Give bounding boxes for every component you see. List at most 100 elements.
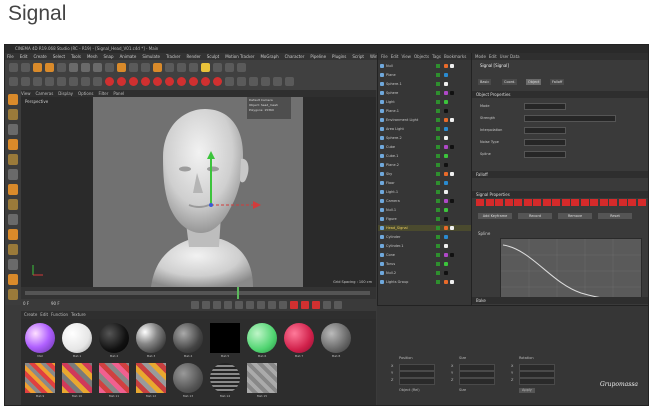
tool-icon[interactable] xyxy=(21,77,30,86)
left-tool-icon[interactable] xyxy=(8,169,18,180)
material-menu-item[interactable]: Texture xyxy=(71,312,86,317)
object-row[interactable]: Sphere.2 xyxy=(378,135,472,141)
object-tag-icon[interactable] xyxy=(444,208,448,212)
signal-keyframe-cell[interactable] xyxy=(599,199,608,206)
toolbar-button[interactable] xyxy=(153,63,162,72)
record-button[interactable] xyxy=(290,301,298,309)
material-swatch[interactable] xyxy=(210,323,240,353)
tool-icon[interactable] xyxy=(273,77,282,86)
viewport-menu-item[interactable]: View xyxy=(21,91,31,96)
object-menu-item[interactable]: Bookmarks xyxy=(444,54,466,59)
object-row[interactable]: Torus xyxy=(378,261,472,267)
object-tag-icon[interactable] xyxy=(450,253,454,257)
visibility-check[interactable] xyxy=(436,73,440,77)
menu-item[interactable]: Snap xyxy=(103,54,113,59)
object-tag-icon[interactable] xyxy=(450,145,454,149)
visibility-check[interactable] xyxy=(436,181,440,185)
object-tag-icon[interactable] xyxy=(444,217,448,221)
tool-icon[interactable] xyxy=(105,77,114,86)
toolbar-button[interactable] xyxy=(237,63,246,72)
material-swatch[interactable] xyxy=(210,363,240,393)
object-tag-icon[interactable] xyxy=(444,280,448,284)
tool-icon[interactable] xyxy=(249,77,258,86)
left-tool-icon[interactable] xyxy=(8,289,18,300)
object-tag-icon[interactable] xyxy=(444,154,448,158)
tool-icon[interactable] xyxy=(93,77,102,86)
object-tag-icon[interactable] xyxy=(444,181,448,185)
signal-keyframe-cell[interactable] xyxy=(552,199,560,206)
object-row[interactable]: Light xyxy=(378,99,472,105)
visibility-check[interactable] xyxy=(436,208,440,212)
object-row[interactable]: Cube xyxy=(378,144,472,150)
attribute-field-input[interactable] xyxy=(524,103,566,110)
coord-field[interactable] xyxy=(399,364,435,371)
menu-item[interactable]: Pipeline xyxy=(310,54,326,59)
toolbar-button[interactable] xyxy=(69,63,78,72)
coord-mode[interactable]: Object (Rel) xyxy=(399,388,420,393)
object-tag-icon[interactable] xyxy=(444,226,448,230)
signal-keyframe-cell[interactable] xyxy=(580,199,589,206)
visibility-check[interactable] xyxy=(436,244,440,248)
object-row[interactable]: Light.1 xyxy=(378,189,472,195)
visibility-check[interactable] xyxy=(436,262,440,266)
menu-item[interactable]: Simulate xyxy=(142,54,160,59)
transport-button[interactable] xyxy=(235,301,243,309)
object-row[interactable]: Null.2 xyxy=(378,270,472,276)
object-row[interactable]: Lights Group xyxy=(378,279,472,285)
timeline-track[interactable] xyxy=(25,291,370,295)
record-button[interactable] xyxy=(312,301,320,309)
material-swatch[interactable] xyxy=(136,323,166,353)
toolbar-button[interactable] xyxy=(93,63,102,72)
tool-icon[interactable] xyxy=(33,77,42,86)
record-button[interactable] xyxy=(301,301,309,309)
signal-keyframe-cell[interactable] xyxy=(542,199,551,206)
object-menu-item[interactable]: View xyxy=(401,54,411,59)
signal-keyframe-cell[interactable] xyxy=(476,199,484,206)
object-tag-icon[interactable] xyxy=(444,82,448,86)
object-menu-item[interactable]: Objects xyxy=(414,54,429,59)
menu-item[interactable]: Motion Tracker xyxy=(225,54,254,59)
toolbar-button[interactable] xyxy=(33,63,42,72)
visibility-check[interactable] xyxy=(436,226,440,230)
menu-item[interactable]: Render xyxy=(186,54,200,59)
tool-icon[interactable] xyxy=(117,77,126,86)
object-tag-icon[interactable] xyxy=(450,64,454,68)
signal-keyframe-cell[interactable] xyxy=(637,199,646,206)
object-tag-icon[interactable] xyxy=(444,253,448,257)
attribute-button[interactable]: Remove xyxy=(558,213,592,219)
tool-icon[interactable] xyxy=(285,77,294,86)
object-menu-item[interactable]: File xyxy=(381,54,388,59)
attribute-tab[interactable]: Object xyxy=(526,79,542,85)
transport-button[interactable] xyxy=(191,301,199,309)
attribute-tab[interactable]: Falloff xyxy=(550,79,565,85)
toolbar-button[interactable] xyxy=(177,63,186,72)
toolbar-button[interactable] xyxy=(213,63,222,72)
material-swatch[interactable] xyxy=(321,323,351,353)
material-menu-item[interactable]: Create xyxy=(24,312,37,317)
object-tag-icon[interactable] xyxy=(450,226,454,230)
visibility-check[interactable] xyxy=(436,199,440,203)
menu-item[interactable]: Tools xyxy=(71,54,81,59)
object-row[interactable]: Area Light xyxy=(378,126,472,132)
left-tool-icon[interactable] xyxy=(8,109,18,120)
material-swatch[interactable] xyxy=(99,323,129,353)
object-tag-icon[interactable] xyxy=(444,64,448,68)
object-tag-icon[interactable] xyxy=(444,109,448,113)
object-row[interactable]: Plane xyxy=(378,72,472,78)
tool-icon[interactable] xyxy=(177,77,186,86)
visibility-check[interactable] xyxy=(436,280,440,284)
object-tag-icon[interactable] xyxy=(444,118,448,122)
coord-field[interactable] xyxy=(519,378,555,385)
attribute-field-input[interactable] xyxy=(524,127,566,134)
toolbar-button[interactable] xyxy=(105,63,114,72)
signal-keyframe-cell[interactable] xyxy=(514,199,522,206)
attribute-menu-item[interactable]: User Data xyxy=(500,54,520,59)
coord-field[interactable] xyxy=(519,364,555,371)
visibility-check[interactable] xyxy=(436,109,440,113)
tool-icon[interactable] xyxy=(213,77,222,86)
tool-icon[interactable] xyxy=(165,77,174,86)
left-tool-icon[interactable] xyxy=(8,184,18,195)
signal-keyframe-cell[interactable] xyxy=(571,199,579,206)
tool-icon[interactable] xyxy=(45,77,54,86)
toolbar-button[interactable] xyxy=(225,63,234,72)
